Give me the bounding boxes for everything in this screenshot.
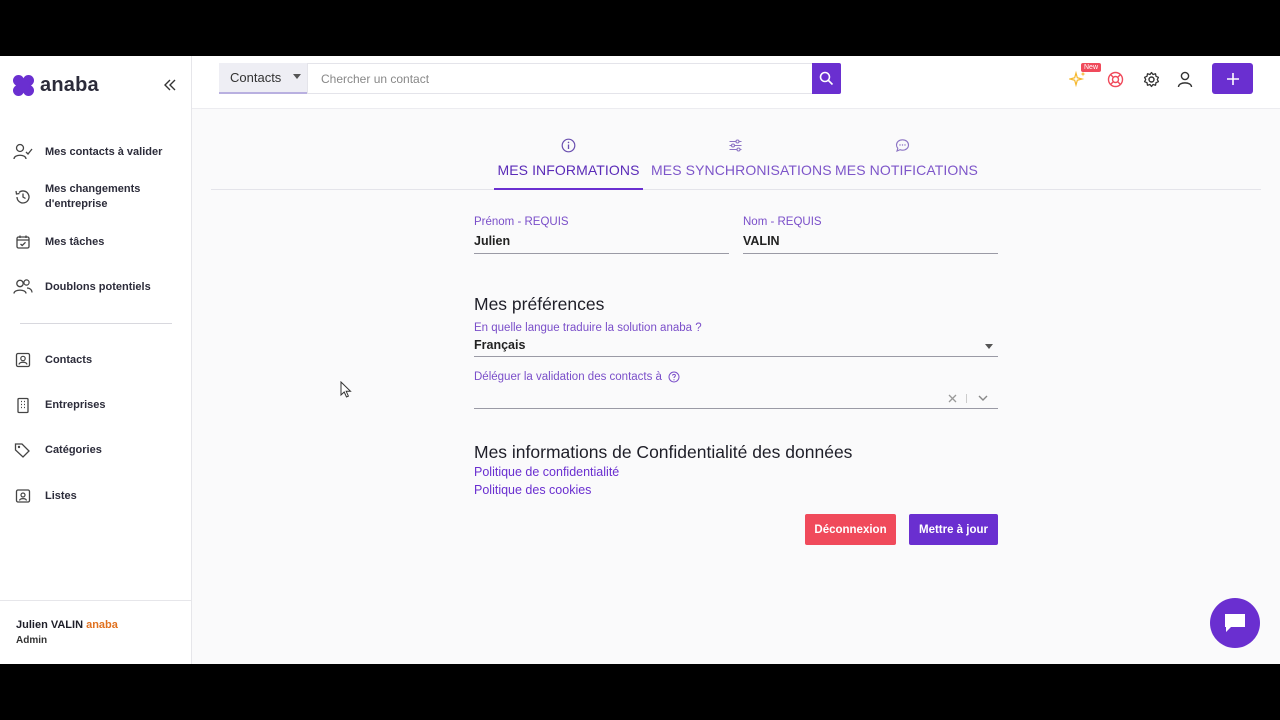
logo[interactable]: anaba: [13, 74, 99, 97]
building-icon: [13, 395, 33, 415]
sidebar-item-label: Doublons potentiels: [45, 280, 151, 293]
sidebar-item-label: Catégories: [45, 443, 102, 456]
chat-bubble-icon: [835, 134, 970, 156]
tab-mes-synchronisations[interactable]: MES SYNCHRONISATIONS: [651, 134, 832, 190]
sliders-icon: [651, 134, 819, 156]
search-scope-value: Contacts: [230, 70, 282, 85]
chat-icon: [1225, 614, 1245, 632]
delegate-label-row: Déléguer la validation des contacts à: [474, 371, 680, 383]
privacy-title: Mes informations de Confidentialité des …: [474, 442, 853, 462]
list-folder-icon: [13, 486, 33, 506]
user-panel[interactable]: Julien VALIN anaba Admin: [0, 600, 191, 664]
delegate-select[interactable]: [474, 388, 998, 408]
help-circle-icon[interactable]: [668, 371, 680, 383]
sidebar-item-label: Mes contacts à valider: [45, 145, 163, 158]
sidebar: anaba Mes contacts à valider Mes changem…: [0, 56, 192, 664]
sidebar-divider: [20, 323, 172, 324]
sidebar-item-label: Mes tâches: [45, 235, 105, 248]
sidebar-item-company-changes[interactable]: Mes changements d'entreprise: [13, 182, 155, 212]
language-value: Français: [474, 338, 526, 352]
anaba-logo-icon: [13, 75, 34, 96]
language-label: En quelle langue traduire la solution an…: [474, 322, 702, 334]
sidebar-item-contacts-to-validate[interactable]: Mes contacts à valider: [13, 142, 162, 162]
help-lifebuoy-icon[interactable]: [1105, 69, 1125, 89]
firstname-underline: [474, 253, 729, 254]
caret-down-icon: [293, 74, 301, 79]
clear-x-icon[interactable]: [948, 394, 957, 403]
sparkle-new-icon[interactable]: [1068, 69, 1088, 89]
sidebar-item-categories[interactable]: Catégories: [13, 440, 102, 460]
user-name: Julien VALIN anaba: [16, 619, 118, 631]
delegate-underline: [474, 408, 998, 409]
tab-label: MES INFORMATIONS: [497, 162, 640, 178]
lastname-label: Nom - REQUIS: [743, 216, 822, 228]
cookies-policy-link[interactable]: Politique des cookies: [474, 483, 591, 497]
firstname-label: Prénom - REQUIS: [474, 216, 569, 228]
info-icon: [494, 134, 643, 156]
add-button[interactable]: [1212, 63, 1253, 94]
chevron-down-icon[interactable]: [978, 395, 988, 402]
calendar-check-icon: [13, 232, 33, 252]
logout-button[interactable]: Déconnexion: [805, 514, 896, 545]
sidebar-item-lists[interactable]: Listes: [13, 486, 77, 506]
sidebar-item-tasks[interactable]: Mes tâches: [13, 232, 104, 252]
user-fullname: Julien VALIN: [16, 619, 84, 631]
search-input[interactable]: [307, 63, 813, 94]
language-underline: [474, 356, 998, 357]
search-scope-select[interactable]: Contacts: [219, 63, 307, 94]
plus-icon: [1226, 72, 1239, 85]
lastname-underline: [743, 253, 998, 254]
language-select[interactable]: Français: [474, 338, 998, 356]
sidebar-item-companies[interactable]: Entreprises: [13, 395, 106, 415]
sidebar-item-duplicates[interactable]: Doublons potentiels: [13, 277, 151, 297]
search-button[interactable]: [812, 63, 841, 94]
sidebar-item-label: Listes: [45, 489, 77, 502]
profile-tabs: MES INFORMATIONS MES SYNCHRONISATIONS ME…: [211, 134, 1261, 190]
delegate-label: Déléguer la validation des contacts à: [474, 371, 662, 383]
tab-mes-informations[interactable]: MES INFORMATIONS: [494, 134, 643, 190]
lastname-field[interactable]: VALIN: [743, 234, 780, 248]
top-bar: Contacts New: [192, 56, 1280, 109]
sidebar-item-label: Entreprises: [45, 398, 106, 411]
caret-down-icon: [985, 344, 993, 349]
new-badge: New: [1081, 63, 1102, 72]
collapse-sidebar-icon[interactable]: [163, 78, 179, 94]
update-button[interactable]: Mettre à jour: [909, 514, 998, 545]
logo-text: anaba: [40, 74, 99, 96]
privacy-policy-link[interactable]: Politique de confidentialité: [474, 465, 619, 479]
history-icon: [13, 187, 33, 207]
mouse-cursor-icon: [340, 381, 352, 398]
sidebar-item-contacts[interactable]: Contacts: [13, 350, 92, 370]
firstname-field[interactable]: Julien: [474, 234, 510, 248]
tab-label: MES SYNCHRONISATIONS: [651, 162, 832, 178]
gear-icon[interactable]: [1141, 69, 1161, 89]
select-separator: [966, 394, 967, 403]
tags-icon: [13, 440, 33, 460]
user-brand: anaba: [86, 619, 118, 631]
user-profile-icon[interactable]: [1175, 69, 1195, 89]
chat-support-button[interactable]: [1210, 598, 1260, 648]
preferences-title: Mes préférences: [474, 294, 605, 314]
search-icon: [819, 71, 834, 86]
app-window: anaba Mes contacts à valider Mes changem…: [0, 56, 1280, 664]
contact-card-icon: [13, 350, 33, 370]
sidebar-item-label: Mes changements d'entreprise: [45, 183, 141, 210]
user-check-icon: [13, 142, 33, 162]
tab-mes-notifications[interactable]: MES NOTIFICATIONS: [835, 134, 978, 190]
user-role: Admin: [16, 635, 48, 646]
tab-label: MES NOTIFICATIONS: [835, 162, 978, 178]
users-icon: [13, 277, 33, 297]
sidebar-item-label: Contacts: [45, 353, 93, 366]
